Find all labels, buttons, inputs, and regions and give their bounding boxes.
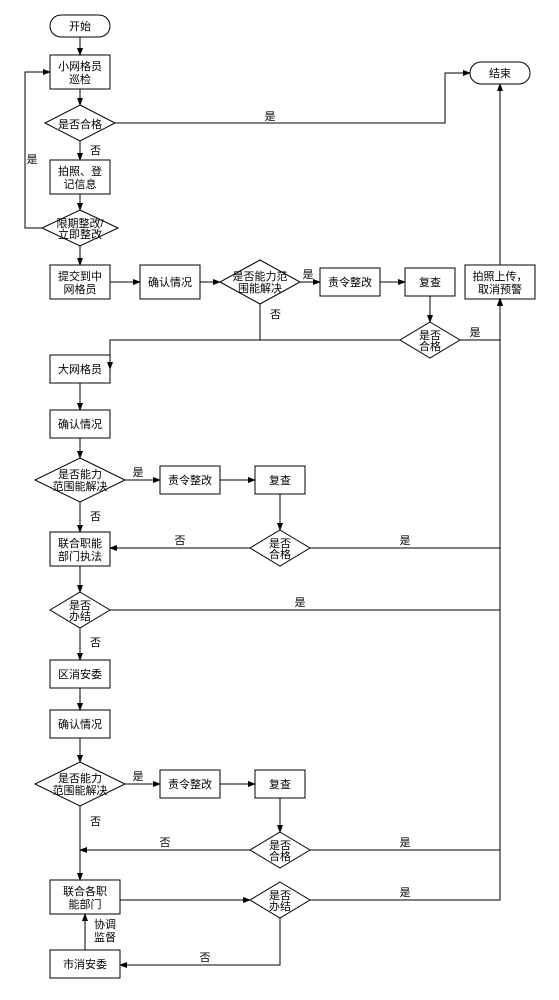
- submit-mid-label-2: 网格员: [64, 282, 97, 296]
- deadline-label-2: 立即整改: [58, 227, 102, 241]
- no-label: 否: [90, 816, 101, 828]
- confirm2-label: 确认情况: [58, 418, 102, 431]
- qualified3-label-2: 合格: [269, 547, 291, 561]
- no-label: 否: [90, 637, 101, 649]
- no-label: 否: [270, 309, 281, 321]
- arrow: [25, 72, 50, 228]
- confirm1-label: 确认情况: [148, 276, 192, 289]
- yes-label: 是: [400, 886, 411, 899]
- arrow: [115, 73, 470, 123]
- capable3-label-2: 范围能解决: [53, 783, 108, 797]
- review3-label: 复查: [269, 777, 291, 791]
- city-label: 市消安委: [63, 957, 107, 971]
- review1-label: 复查: [419, 275, 441, 289]
- yes-label: 是: [303, 268, 314, 281]
- patrol-label-1: 小网格员: [58, 59, 102, 73]
- no-label: 否: [200, 952, 211, 964]
- start-label: 开始: [69, 19, 91, 33]
- no-label: 否: [90, 145, 101, 157]
- qualified1-label: 是否合格: [58, 117, 102, 131]
- joint-enforce-label-1: 联合职能: [58, 536, 102, 550]
- capable1-label-2: 围能解决: [238, 281, 282, 295]
- yes-label: 是: [27, 153, 38, 166]
- review2-label: 复查: [269, 473, 291, 487]
- yes-label: 是: [133, 466, 144, 479]
- capable1-label-1: 是否能力范: [233, 269, 288, 283]
- arrow: [110, 304, 260, 369]
- qualified4-label-2: 合格: [269, 849, 291, 863]
- submit-mid-label-1: 提交到中: [58, 269, 102, 283]
- coord-label-1: 协调: [94, 917, 116, 931]
- no-label: 否: [90, 511, 101, 523]
- yes-label: 是: [265, 110, 276, 123]
- order2-label: 责令整改: [168, 473, 212, 487]
- capable3-label-1: 是否能力: [58, 771, 102, 785]
- end-label: 结束: [489, 67, 511, 80]
- joint-depts-label-2: 能部门: [69, 897, 102, 911]
- confirm3-label: 确认情况: [58, 718, 102, 731]
- yes-label: 是: [470, 326, 481, 339]
- photo-register-label-1: 拍照、登: [58, 164, 102, 178]
- qualified2-label-2: 合格: [419, 339, 441, 353]
- yes-label: 是: [400, 836, 411, 849]
- arrow: [310, 299, 500, 900]
- yes-label: 是: [400, 534, 411, 547]
- large-grid-label: 大网格员: [58, 362, 102, 376]
- patrol-label-2: 巡检: [69, 72, 91, 86]
- concluded2-label-2: 办结: [269, 900, 291, 913]
- joint-enforce-label-2: 部门执法: [58, 549, 102, 563]
- order3-label: 责令整改: [168, 777, 212, 791]
- district-label: 区消安委: [58, 667, 102, 681]
- arrow: [310, 299, 500, 850]
- concluded1-label-2: 办结: [69, 610, 91, 623]
- order1-label: 责令整改: [328, 275, 372, 289]
- yes-label: 是: [133, 770, 144, 783]
- no-label: 否: [175, 535, 186, 547]
- upload-cancel-label-1: 拍照上传，: [473, 269, 528, 283]
- flowchart-diagram: 开始 结束 小网格员 巡检 是否合格 拍照、登 记信息 限期整改/ 立即整改 提…: [10, 10, 549, 990]
- joint-depts-label-1: 联合各职: [63, 884, 107, 898]
- no-label: 否: [160, 837, 171, 849]
- coord-label-2: 监督: [94, 930, 116, 944]
- upload-cancel-label-2: 取消预警: [478, 282, 522, 296]
- capable2-label-1: 是否能力: [58, 467, 102, 481]
- yes-label: 是: [295, 596, 306, 609]
- capable2-label-2: 范围能解决: [53, 479, 108, 493]
- photo-register-label-2: 记信息: [64, 177, 97, 191]
- deadline-label-1: 限期整改/: [56, 216, 104, 230]
